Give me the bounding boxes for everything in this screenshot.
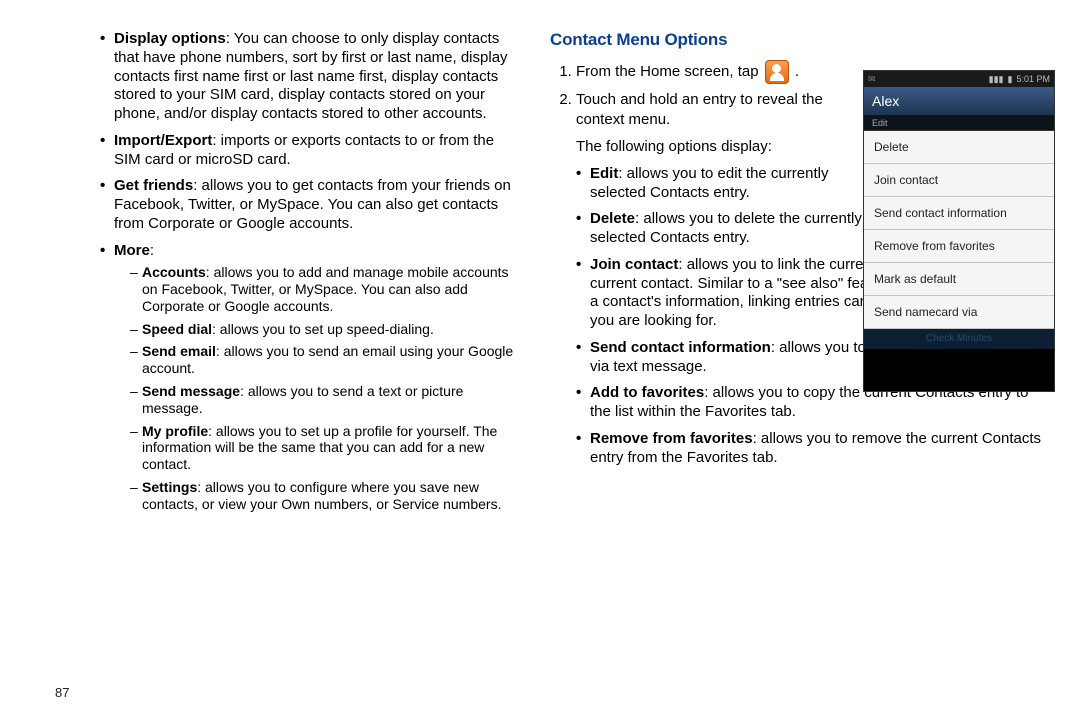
bullet-bold: More (114, 242, 150, 259)
bullet-bold: Import/Export (114, 132, 212, 149)
step-text: . (795, 63, 799, 80)
phone-footer: Check Minutes (864, 329, 1054, 349)
dash-item: Send message: allows you to send a text … (130, 383, 515, 417)
dash-item: My profile: allows you to set up a profi… (130, 423, 515, 473)
option-item: Remove from favorites: allows you to rem… (576, 430, 1050, 468)
battery-icon: ▮ (1008, 74, 1013, 85)
phone-screenshot: ✉ ▮▮▮ ▮ 5:01 PM Alex Edit Delete Join co… (863, 70, 1055, 392)
bullet-item: Import/Export: imports or exports contac… (100, 132, 515, 170)
menu-item-join-contact[interactable]: Join contact (864, 164, 1054, 197)
notification-icon: ✉ (868, 74, 876, 85)
phone-menu-strip: Edit (864, 116, 1054, 131)
left-bullet-list: Display options: You can choose to only … (100, 30, 515, 513)
more-sublist: Accounts: allows you to add and manage m… (114, 264, 515, 512)
bullet-item: Display options: You can choose to only … (100, 30, 515, 124)
bullet-bold: Display options (114, 30, 226, 47)
menu-item-remove-favorites[interactable]: Remove from favorites (864, 230, 1054, 263)
menu-item-send-namecard[interactable]: Send namecard via (864, 296, 1054, 329)
status-time: 5:01 PM (1016, 74, 1050, 84)
dash-item: Accounts: allows you to add and manage m… (130, 264, 515, 314)
signal-icon: ▮▮▮ (989, 74, 1004, 85)
contacts-icon (765, 60, 789, 84)
phone-context-menu: Delete Join contact Send contact informa… (864, 131, 1054, 329)
bullet-item-more: More: Accounts: allows you to add and ma… (100, 242, 515, 513)
following-text: The following options display: (576, 137, 862, 157)
menu-item-mark-default[interactable]: Mark as default (864, 263, 1054, 296)
page-number: 87 (55, 685, 69, 700)
dash-item: Speed dial: allows you to set up speed-d… (130, 321, 515, 338)
left-column: Display options: You can choose to only … (30, 30, 540, 710)
phone-statusbar: ✉ ▮▮▮ ▮ 5:01 PM (864, 71, 1054, 87)
bullet-item: Get friends: allows you to get contacts … (100, 177, 515, 233)
bullet-bold: Get friends (114, 177, 193, 194)
section-heading: Contact Menu Options (550, 30, 1050, 50)
phone-context-title: Alex (864, 87, 1054, 116)
menu-item-delete[interactable]: Delete (864, 131, 1054, 164)
dash-item: Settings: allows you to configure where … (130, 479, 515, 513)
bullet-text: : (150, 242, 154, 259)
dash-item: Send email: allows you to send an email … (130, 343, 515, 377)
menu-item-send-contact-info[interactable]: Send contact information (864, 197, 1054, 230)
step-text: From the Home screen, tap (576, 63, 763, 80)
step-text: Touch and hold an entry to reveal the co… (576, 90, 862, 131)
